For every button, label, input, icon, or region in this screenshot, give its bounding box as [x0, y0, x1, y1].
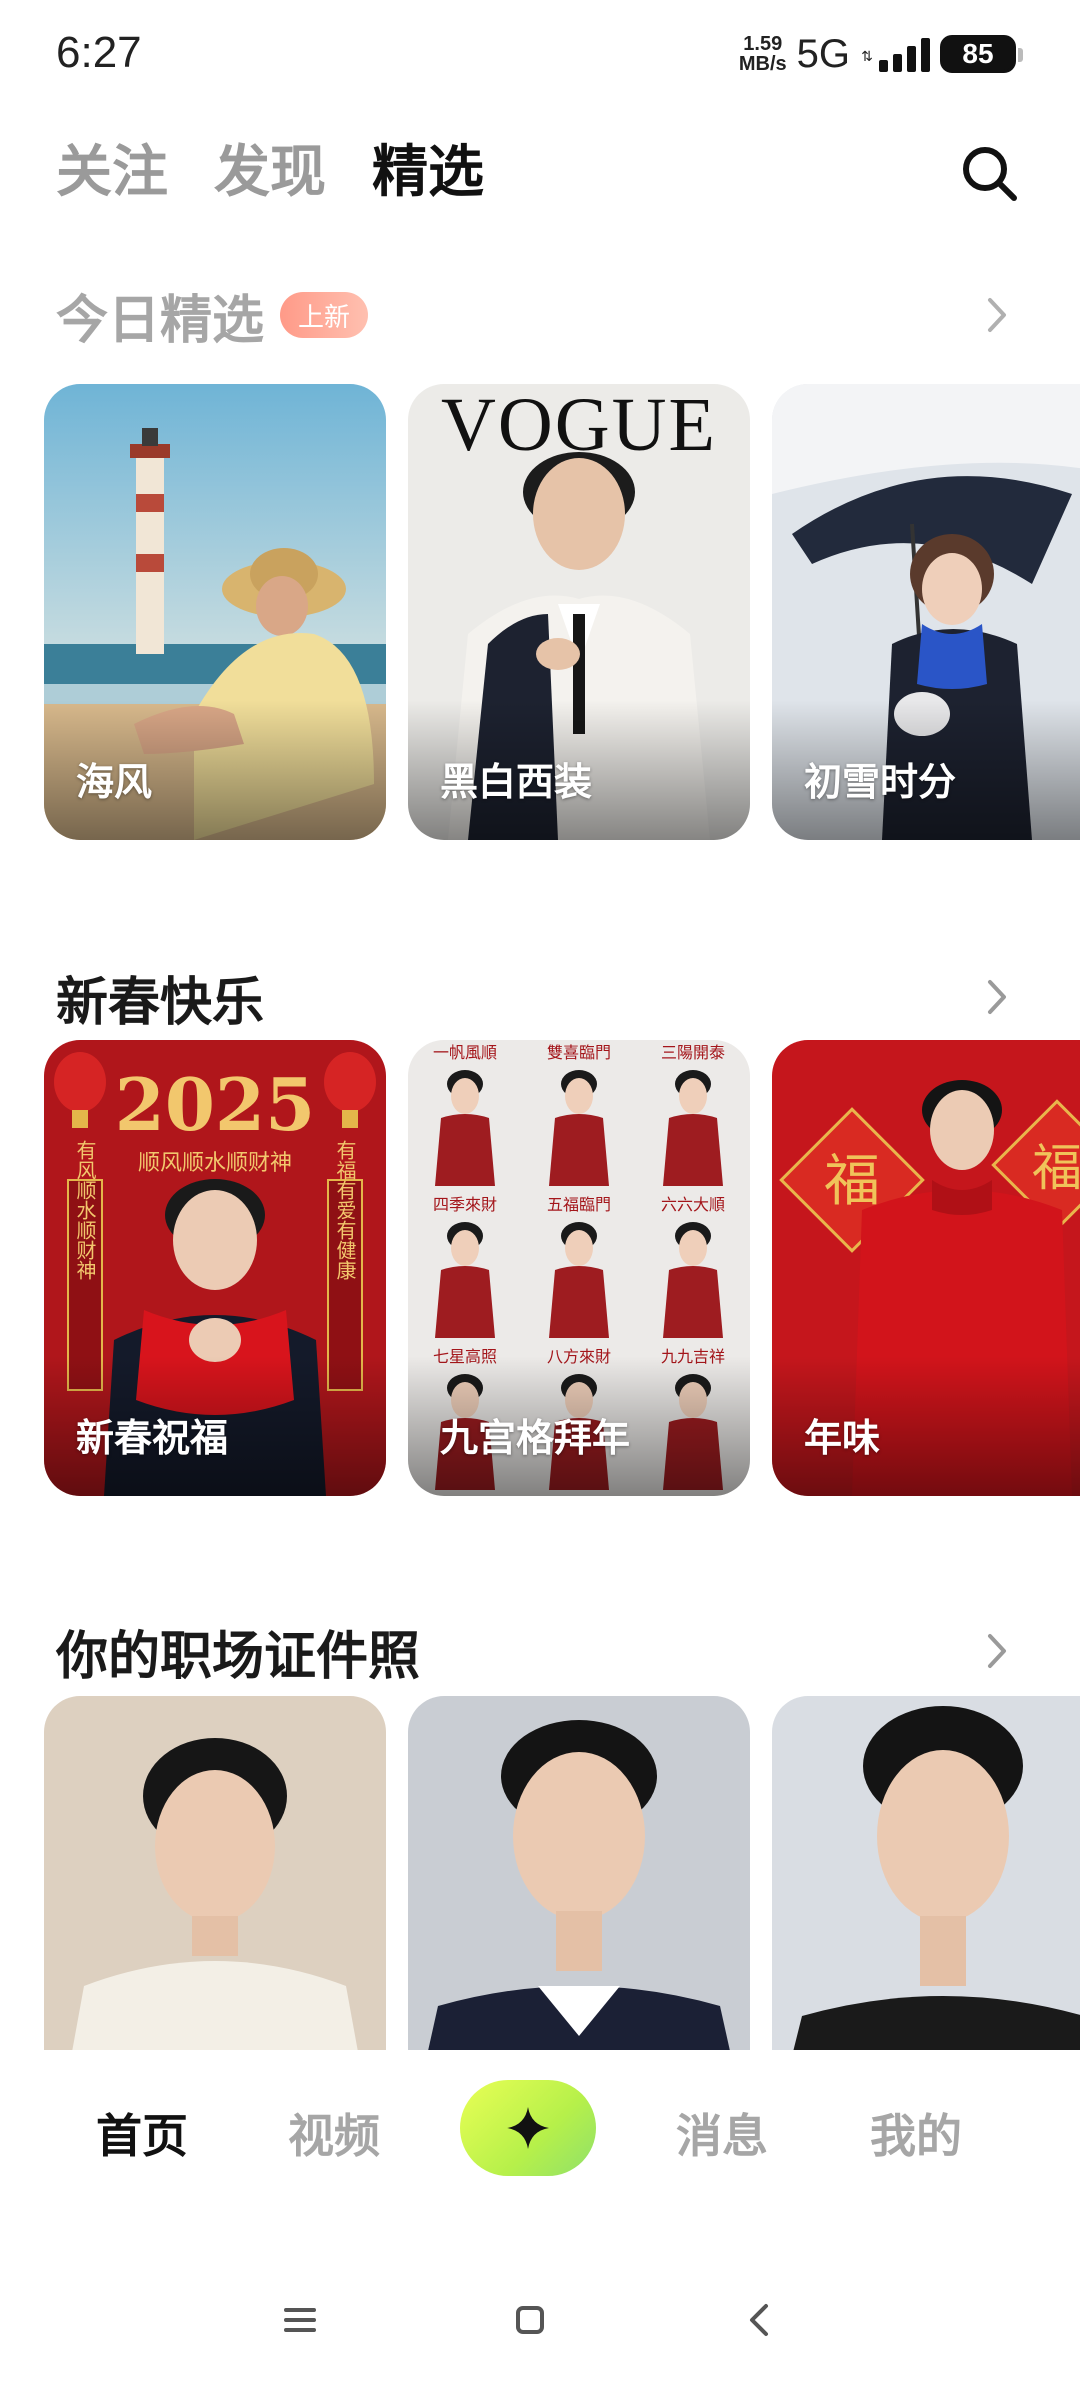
fu-char-right: 福 — [1032, 1139, 1080, 1197]
card-black-white-suit[interactable]: VOGUE 黑白西装 — [408, 384, 750, 840]
data-arrows-icon: ⇅ — [861, 49, 873, 65]
card-id-photo-1[interactable] — [44, 1696, 386, 2096]
card-label: 新春祝福 — [76, 1416, 229, 1460]
section-header-today: 今日精选 上新 — [56, 280, 1024, 351]
grid-caption: 四季來財 — [433, 1195, 497, 1214]
home-button[interactable] — [500, 2290, 560, 2350]
signal-bar — [893, 54, 902, 72]
card-row-today: 海风 VOGUE 黑白西装 初雪时分 — [44, 384, 1080, 840]
tab-featured[interactable]: 精选 — [368, 138, 488, 208]
status-time: 6:27 — [56, 28, 142, 77]
network-speed-unit: MB/s — [738, 53, 787, 75]
section-header-new-year: 新春快乐 — [56, 962, 1024, 1033]
back-button[interactable] — [730, 2290, 790, 2350]
year-text: 2025 — [115, 1062, 315, 1147]
grid-figure-face — [565, 1230, 593, 1266]
card-image-id-portrait-sweater — [44, 1696, 386, 2096]
card-row-new-year: 2025 顺风顺水顺财神 有风顺水顺财神 有福有爱有健康 新春祝福 一帆風順 雙喜… — [44, 1040, 1080, 1496]
create-button[interactable] — [460, 2080, 596, 2176]
grid-figure-face — [679, 1078, 707, 1114]
card-label: 初雪时分 — [804, 760, 957, 804]
card-label: 黑白西装 — [440, 760, 593, 804]
grid-figure-dress — [435, 1114, 495, 1186]
section-header-id-photo: 你的职场证件照 — [56, 1616, 1024, 1687]
card-new-year-vibe[interactable]: 福 福 年味 — [772, 1040, 1080, 1496]
grid-caption: 一帆風順 — [433, 1043, 497, 1062]
status-bar: 6:27 1.59 MB/s 5G ⇅ 85 — [0, 0, 1080, 110]
blessing-text: 顺风顺水顺财神 — [138, 1151, 292, 1176]
grid-figure-dress — [663, 1266, 723, 1338]
grid-figure-dress — [549, 1114, 609, 1186]
menu-button[interactable] — [270, 2290, 330, 2350]
card-image-id-portrait-suit — [408, 1696, 750, 2096]
grid-figure-dress — [435, 1266, 495, 1338]
grid-caption: 雙喜臨門 — [547, 1043, 611, 1062]
status-icons: 1.59 MB/s 5G ⇅ 85 — [739, 28, 1023, 80]
nav-profile[interactable]: 我的 — [870, 2100, 962, 2166]
section-more-button[interactable] — [970, 288, 1024, 342]
top-tabs: 关注 发现 精选 — [56, 138, 488, 208]
network-speed-value: 1.59 — [743, 33, 783, 55]
card-first-snow[interactable]: 初雪时分 — [772, 384, 1080, 840]
section-more-button[interactable] — [970, 1624, 1024, 1678]
grid-figure-face — [679, 1230, 707, 1266]
fu-char-left: 福 — [824, 1149, 880, 1214]
card-nine-grid[interactable]: 一帆風順雙喜臨門三陽開泰四季來財五福臨門六六大順七星高照八方來財九九吉祥 九宫格… — [408, 1040, 750, 1496]
square-icon — [516, 2306, 544, 2334]
card-id-photo-2[interactable] — [408, 1696, 750, 2096]
grid-figure-dress — [663, 1114, 723, 1186]
signal-bar — [879, 60, 888, 72]
tab-follow[interactable]: 关注 — [56, 138, 168, 208]
section-title: 新春快乐 — [56, 972, 265, 1033]
grid-caption: 五福臨門 — [547, 1195, 611, 1214]
grid-figure-dress — [549, 1266, 609, 1338]
nav-video[interactable]: 视频 — [288, 2100, 380, 2166]
battery-level: 85 — [962, 38, 994, 69]
section-more-button[interactable] — [970, 970, 1024, 1024]
couplet-right: 有福有爱有健康 — [333, 1140, 357, 1280]
card-new-year-blessing[interactable]: 2025 顺风顺水顺财神 有风顺水顺财神 有福有爱有健康 新春祝福 — [44, 1040, 386, 1496]
nav-home[interactable]: 首页 — [96, 2100, 188, 2166]
new-badge: 上新 — [280, 292, 369, 338]
signal-bar — [921, 38, 930, 72]
chevron-right-icon — [988, 1634, 1006, 1668]
chevron-right-icon — [988, 298, 1006, 332]
section-title: 你的职场证件照 — [56, 1626, 421, 1687]
card-label: 海风 — [76, 760, 153, 804]
section-title: 今日精选 — [56, 290, 265, 351]
bottom-nav: 首页 视频 消息 我的 — [0, 2050, 1080, 2280]
card-sea-breeze[interactable]: 海风 — [44, 384, 386, 840]
card-label: 九宫格拜年 — [440, 1416, 631, 1460]
grid-figure-face — [451, 1078, 479, 1114]
sparkle-icon — [507, 2107, 549, 2149]
card-image-id-portrait-dark — [772, 1696, 1080, 2096]
search-button[interactable] — [958, 142, 1020, 204]
grid-figure-face — [451, 1230, 479, 1266]
signal-bar — [907, 46, 916, 72]
signal-icon: ⇅ — [860, 36, 930, 72]
chevron-right-icon — [988, 980, 1006, 1014]
system-nav-bar — [0, 2250, 1080, 2400]
network-type: 5G — [796, 31, 850, 76]
network-speed: 1.59 MB/s — [739, 34, 787, 74]
search-icon — [963, 147, 1017, 201]
back-icon — [750, 2304, 768, 2336]
tab-discover[interactable]: 发现 — [214, 138, 326, 208]
couplet-left: 有风顺水顺财神 — [73, 1140, 97, 1280]
grid-caption: 六六大順 — [661, 1195, 725, 1214]
menu-icon — [284, 2308, 316, 2332]
battery-icon: 85 — [940, 35, 1023, 73]
card-id-photo-3[interactable] — [772, 1696, 1080, 2096]
grid-caption: 三陽開泰 — [661, 1043, 725, 1062]
nav-messages[interactable]: 消息 — [676, 2100, 768, 2166]
card-label: 年味 — [804, 1416, 881, 1460]
grid-figure-face — [565, 1078, 593, 1114]
